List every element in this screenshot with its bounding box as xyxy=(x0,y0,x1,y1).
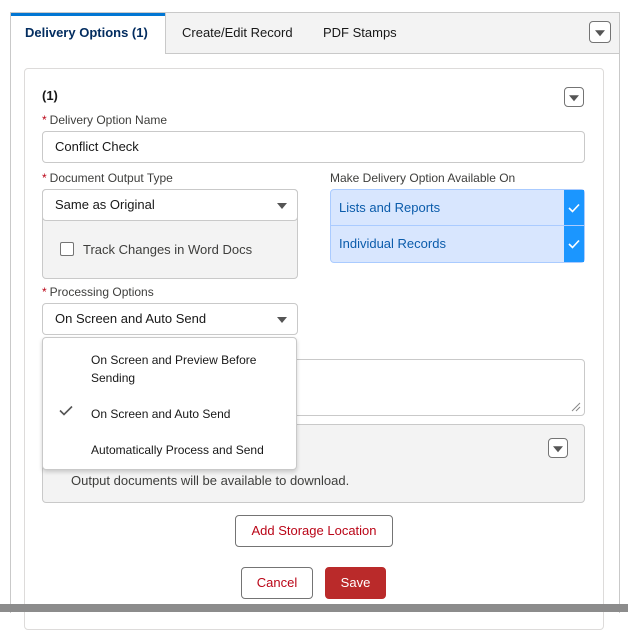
tab-bar: Delivery Options (1) Create/Edit Record … xyxy=(11,13,619,54)
required-marker: * xyxy=(42,171,47,185)
delivery-option-name-input[interactable]: Conflict Check xyxy=(42,131,585,163)
add-storage-location-button[interactable]: Add Storage Location xyxy=(235,515,393,547)
chevron-down-icon xyxy=(595,30,605,37)
chevron-down-icon xyxy=(277,203,287,209)
available-on-individual-records[interactable]: Individual Records xyxy=(330,226,585,263)
chevron-down-icon xyxy=(569,95,579,102)
track-changes-label: Track Changes in Word Docs xyxy=(83,242,253,257)
option-preview-before-sending[interactable]: On Screen and Preview Before Sending xyxy=(91,351,271,387)
available-on-lists-and-reports[interactable]: Lists and Reports xyxy=(330,189,585,226)
tab-pdf-stamps[interactable]: PDF Stamps xyxy=(309,13,411,53)
lists-and-reports-label: Lists and Reports xyxy=(339,200,441,215)
chevron-down-icon xyxy=(277,317,287,323)
tab-overflow-menu-button[interactable] xyxy=(589,21,611,43)
document-output-type-select[interactable]: Same as Original xyxy=(42,189,298,221)
individual-records-label: Individual Records xyxy=(339,236,446,251)
cancel-button[interactable]: Cancel xyxy=(241,567,313,599)
check-icon xyxy=(59,405,73,416)
chevron-down-icon xyxy=(553,446,563,453)
tab-delivery-options[interactable]: Delivery Options (1) xyxy=(11,13,166,54)
option-auto-send[interactable]: On Screen and Auto Send xyxy=(91,405,271,423)
delivery-option-name-label: * Delivery Option Name xyxy=(42,113,168,127)
required-marker: * xyxy=(42,113,47,127)
resize-handle-icon[interactable] xyxy=(571,402,581,412)
required-marker: * xyxy=(42,285,47,299)
horizontal-scrollbar[interactable] xyxy=(0,604,628,612)
save-button[interactable]: Save xyxy=(325,567,386,599)
check-icon xyxy=(564,226,584,262)
card-heading: (1) xyxy=(42,88,58,103)
storage-menu-button[interactable] xyxy=(548,438,568,458)
document-output-type-label: * Document Output Type xyxy=(42,171,173,185)
document-output-type-value: Same as Original xyxy=(55,197,155,212)
card-menu-button[interactable] xyxy=(564,87,584,107)
processing-options-dropdown: On Screen and Preview Before Sending On … xyxy=(42,337,297,470)
available-on-label: Make Delivery Option Available On xyxy=(330,171,516,185)
track-changes-checkbox[interactable] xyxy=(60,242,74,256)
tab-create-edit-record[interactable]: Create/Edit Record xyxy=(168,13,307,53)
processing-options-select[interactable]: On Screen and Auto Send xyxy=(42,303,298,335)
processing-options-value: On Screen and Auto Send xyxy=(55,311,207,326)
check-icon xyxy=(564,190,584,225)
download-note: Output documents will be available to do… xyxy=(71,473,350,488)
processing-options-label: * Processing Options xyxy=(42,285,154,299)
option-automatically-process-and-send[interactable]: Automatically Process and Send xyxy=(91,441,271,459)
